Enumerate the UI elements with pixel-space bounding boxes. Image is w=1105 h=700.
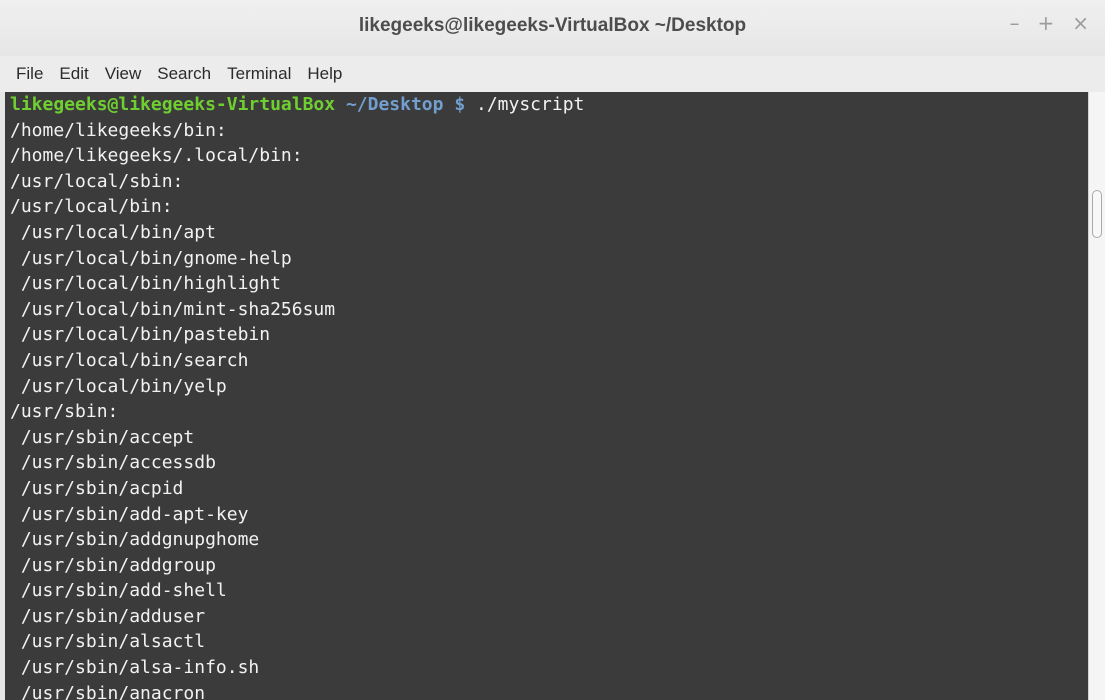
menu-view[interactable]: View — [97, 64, 150, 84]
close-icon[interactable]: × — [1072, 12, 1089, 34]
menu-search[interactable]: Search — [149, 64, 219, 84]
output-line: /usr/local/bin: — [10, 196, 173, 218]
vertical-scrollbar[interactable] — [1088, 92, 1105, 700]
prompt-path: ~/Desktop $ — [335, 94, 466, 115]
output-line: /usr/local/sbin: — [10, 170, 184, 192]
terminal-window: likegeeks@likegeeks-VirtualBox ~/Desktop… — [0, 0, 1105, 700]
output-line: /usr/sbin/anacron — [10, 682, 206, 700]
output-line: /usr/sbin/accessdb — [10, 452, 216, 474]
menu-help[interactable]: Help — [299, 64, 350, 84]
output-line: /usr/sbin/adduser — [10, 605, 206, 627]
output-line: /usr/sbin/accept — [10, 426, 195, 448]
maximize-icon[interactable]: + — [1037, 12, 1054, 34]
prompt-line: likegeeks@likegeeks-VirtualBox ~/Desktop… — [5, 92, 1088, 118]
prompt-command: ./myscript — [465, 94, 585, 115]
output-line: /usr/sbin/add-apt-key — [10, 503, 249, 525]
menu-edit[interactable]: Edit — [51, 64, 96, 84]
output-line: /usr/sbin/add-shell — [10, 580, 227, 602]
output-line: /usr/sbin: — [10, 401, 119, 423]
minimize-icon[interactable]: – — [1009, 12, 1019, 34]
output-line: /usr/local/bin/apt — [10, 221, 216, 243]
output-line: /home/likegeeks/.local/bin: — [10, 145, 303, 167]
window-title: likegeeks@likegeeks-VirtualBox ~/Desktop — [358, 15, 747, 36]
menu-terminal[interactable]: Terminal — [219, 64, 299, 84]
menu-bar: File Edit View Search Terminal Help — [0, 56, 1105, 92]
prompt-user-host: likegeeks@likegeeks-VirtualBox — [10, 94, 336, 115]
output-line: /usr/local/bin/gnome-help — [10, 247, 292, 269]
output-line: /home/likegeeks/bin: — [10, 119, 227, 141]
output-line: /usr/local/bin/highlight — [10, 273, 281, 295]
output-line: /usr/sbin/addgnupghome — [10, 529, 260, 551]
scrollbar-thumb[interactable] — [1092, 190, 1102, 238]
output-line: /usr/local/bin/mint-sha256sum — [10, 298, 336, 320]
output-line: /usr/local/bin/pastebin — [10, 324, 271, 346]
output-line: /usr/local/bin/search — [10, 349, 249, 371]
window-controls: – + × — [1009, 12, 1089, 34]
output-line: /usr/sbin/addgroup — [10, 554, 216, 576]
output-line: /usr/sbin/acpid — [10, 477, 184, 499]
output-line: /usr/local/bin/yelp — [10, 375, 227, 397]
terminal-output-area[interactable]: likegeeks@likegeeks-VirtualBox ~/Desktop… — [5, 92, 1088, 700]
output-line: /usr/sbin/alsa-info.sh — [10, 657, 260, 679]
title-bar[interactable]: likegeeks@likegeeks-VirtualBox ~/Desktop… — [0, 0, 1105, 56]
menu-file[interactable]: File — [8, 64, 51, 84]
output-line: /usr/sbin/alsactl — [10, 631, 206, 653]
